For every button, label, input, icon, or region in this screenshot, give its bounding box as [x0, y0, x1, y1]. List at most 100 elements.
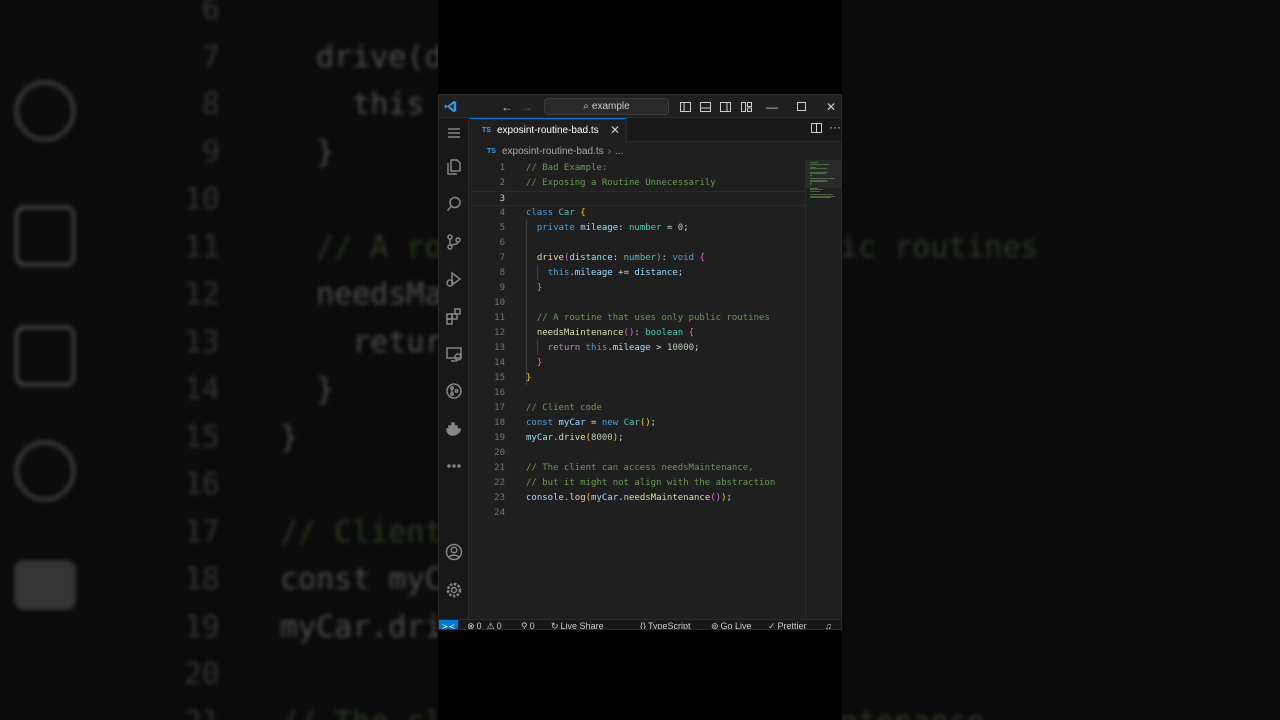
toggle-panel-icon[interactable]	[697, 95, 713, 118]
code-token: return	[547, 343, 586, 353]
vscode-logo-icon[interactable]	[441, 95, 459, 118]
code-line[interactable]: 24	[470, 506, 805, 521]
accounts-icon[interactable]	[439, 537, 469, 567]
error-icon: ⊗	[467, 620, 475, 630]
code-line[interactable]: 11 // A routine that uses only public ro…	[470, 311, 805, 326]
tab-close-icon[interactable]: ✕	[610, 123, 620, 137]
background-line-number: 16	[183, 467, 220, 502]
ports-count: 0	[529, 621, 535, 630]
line-code: }	[526, 371, 531, 386]
menu-icon[interactable]	[439, 118, 469, 148]
code-line[interactable]: 1 // Bad Example:	[470, 161, 805, 176]
background-line-number: 21	[150, 699, 220, 720]
minimize-icon[interactable]: —	[764, 95, 780, 118]
background-line-number: 12	[183, 277, 220, 312]
code-line[interactable]: 13 return this.mileage > 10000;	[470, 341, 805, 356]
go-live-label: Go Live	[720, 621, 752, 630]
code-line[interactable]: 16	[470, 386, 805, 401]
more-views-icon[interactable]	[439, 451, 469, 481]
code-line[interactable]: 21 // The client can access needsMaintena…	[470, 461, 805, 476]
code-token: // but it might not align with the abstr…	[526, 478, 776, 488]
command-center-search[interactable]: ⌕ example	[544, 98, 669, 115]
extensions-icon[interactable]	[439, 301, 469, 331]
minimap[interactable]	[805, 160, 841, 619]
background-extensions-icon	[14, 205, 76, 267]
code-line[interactable]: 17 // Client code	[470, 401, 805, 416]
tab-exposint-routine-bad[interactable]: TS exposint-routine-bad.ts ✕	[470, 118, 627, 142]
code-line[interactable]: 5 private mileage: number = 0;	[470, 221, 805, 236]
line-code: // Client code	[526, 401, 602, 416]
breadcrumb-more[interactable]: ...	[615, 146, 623, 157]
go-live-button[interactable]: ⊚ Go Live	[711, 620, 752, 630]
line-number: 23	[494, 493, 505, 503]
toggle-secondary-sidebar-icon[interactable]	[717, 95, 733, 118]
language-mode[interactable]: {} TypeScript	[640, 620, 691, 629]
git-graph-icon[interactable]	[439, 376, 469, 406]
line-number: 16	[494, 388, 505, 398]
split-editor-icon[interactable]	[811, 122, 822, 136]
code-line[interactable]: 22 // but it might not align with the abs…	[470, 476, 805, 491]
code-line[interactable]: 10	[470, 296, 805, 311]
code-token: boolean	[645, 328, 684, 338]
background-line-number: 13	[183, 324, 220, 360]
code-line[interactable]: 12 needsMaintenance(): boolean {	[470, 326, 805, 341]
docker-icon[interactable]	[439, 414, 469, 444]
code-line[interactable]: 7 drive(distance: number): void {	[470, 251, 805, 266]
line-number: 8	[499, 268, 505, 278]
problems-indicator[interactable]: ⊗ 0 ⚠ 0	[467, 620, 502, 630]
code-token: 10000	[666, 343, 695, 353]
background-git-icon	[14, 440, 76, 502]
back-arrow-icon[interactable]: ←	[499, 95, 515, 118]
line-number: 6	[499, 238, 505, 248]
explorer-icon[interactable]	[439, 152, 469, 182]
maximize-icon[interactable]	[793, 95, 809, 118]
minimap-line	[810, 168, 827, 170]
line-number: 22	[494, 478, 505, 488]
settings-gear-icon[interactable]	[439, 575, 469, 605]
code-line[interactable]: 19 myCar.drive(8000);	[470, 431, 805, 446]
notifications-bell-icon[interactable]: ♫	[825, 620, 832, 629]
code-line[interactable]: 6	[470, 236, 805, 251]
code-line[interactable]: 2 // Exposing a Routine Unnecessarily	[470, 176, 805, 191]
search-icon[interactable]	[439, 189, 469, 219]
toggle-primary-sidebar-icon[interactable]	[677, 95, 693, 118]
code-token: needsMaintenance	[536, 328, 624, 338]
code-editor[interactable]: 1 // Bad Example: 2 // Exposing a Routine U…	[470, 160, 805, 619]
code-line[interactable]: 14 }	[470, 356, 805, 371]
line-number: 24	[494, 508, 505, 518]
code-token: new	[601, 418, 624, 428]
activity-bar	[439, 118, 469, 619]
background-remote-icon	[14, 325, 76, 387]
code-line[interactable]: 3	[470, 191, 805, 206]
line-code: private mileage: number = 0;	[526, 221, 689, 236]
code-token: // Client code	[526, 403, 602, 413]
code-line[interactable]: 4 class Car {	[470, 206, 805, 221]
code-line[interactable]: 8 this.mileage += distance;	[470, 266, 805, 281]
forward-arrow-icon[interactable]: →	[519, 95, 535, 118]
prettier-label: Prettier	[777, 621, 807, 630]
code-token: void	[672, 253, 695, 263]
line-code: needsMaintenance(): boolean {	[526, 326, 694, 341]
code-token: private	[536, 223, 581, 233]
ports-indicator[interactable]: ⚲ 0	[521, 620, 535, 630]
code-line[interactable]: 18 const myCar = new Car();	[470, 416, 805, 431]
code-line[interactable]: 23 console.log(myCar.needsMaintenance());	[470, 491, 805, 506]
code-line[interactable]: 20	[470, 446, 805, 461]
more-actions-icon[interactable]: ···	[829, 120, 841, 134]
background-line-number: 9	[201, 134, 220, 170]
code-token: ;	[677, 268, 684, 278]
prettier-button[interactable]: ✓ Prettier	[768, 620, 807, 630]
breadcrumb-file[interactable]: exposint-routine-bad.ts	[502, 146, 604, 157]
customize-layout-icon[interactable]	[738, 95, 754, 118]
line-code: myCar.drive(8000);	[526, 431, 624, 446]
code-line[interactable]: 15}	[470, 371, 805, 386]
background-line-number: 10	[183, 182, 220, 217]
code-line[interactable]: 9 }	[470, 281, 805, 296]
source-control-icon[interactable]	[439, 227, 469, 257]
remote-explorer-icon[interactable]	[439, 339, 469, 369]
live-share-button[interactable]: ↻ Live Share	[551, 620, 604, 630]
remote-indicator-icon[interactable]: ≻≺	[439, 620, 458, 629]
close-window-icon[interactable]: ✕	[823, 95, 839, 118]
run-debug-icon[interactable]	[439, 264, 469, 294]
